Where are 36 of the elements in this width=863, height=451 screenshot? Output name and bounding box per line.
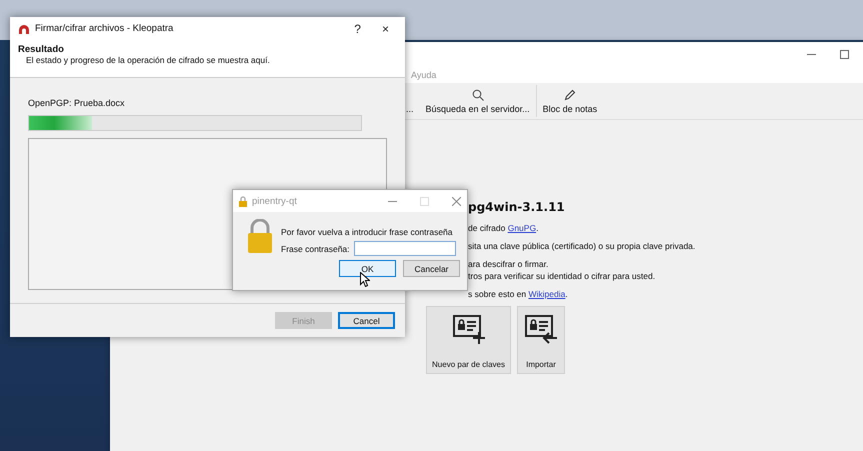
section-subtitle: El estado y progreso de la operación de cifrado se muestra aquí.	[26, 55, 271, 65]
link[interactable]: Wikipedia	[528, 289, 566, 299]
search-icon	[472, 89, 484, 101]
welcome-text: sita una clave pública (certificado) o su propia clave privada.	[468, 240, 696, 252]
file-label: OpenPGP: Prueba.docx	[28, 98, 126, 108]
toolbar-button[interactable]: Búsqueda en el servidor...	[420, 83, 536, 119]
maximize-icon	[420, 196, 429, 206]
pencil-icon	[564, 89, 576, 101]
welcome-text: ara descifrar o firmar.	[468, 258, 550, 270]
key-card-plus-icon	[452, 313, 486, 345]
maximize-icon[interactable]	[840, 50, 849, 58]
passphrase-field[interactable]	[354, 241, 456, 256]
link[interactable]: GnuPG	[508, 223, 536, 233]
close-button[interactable]: ×	[374, 22, 397, 36]
mouse-cursor-icon	[360, 272, 370, 287]
action-button[interactable]: Importar	[517, 306, 565, 374]
dialog-button[interactable]: Cancelar	[403, 260, 460, 277]
section-title: Resultado	[18, 44, 65, 55]
prompt-message: Por favor vuelva a introducir frase contraseña	[281, 227, 454, 237]
padlock-icon	[239, 196, 247, 206]
key-card-arrow-icon	[524, 313, 558, 345]
dialog-button[interactable]: OK	[339, 260, 396, 277]
action-button[interactable]: Nuevo par de claves	[426, 306, 511, 374]
dialog-button[interactable]: Cancel	[338, 312, 395, 329]
app-logo-icon	[18, 24, 30, 34]
help-button[interactable]: ?	[346, 22, 369, 36]
close-icon[interactable]	[452, 196, 461, 206]
window-title: Firmar/cifrar archivos - Kleopatra	[35, 23, 174, 34]
window-title: pinentry-qt	[252, 196, 297, 206]
toolbar-button[interactable]: Bloc de notas	[536, 83, 604, 119]
field-label: Frase contraseña:	[281, 244, 350, 254]
welcome-text: s sobre esto en Wikipedia.	[468, 288, 569, 300]
welcome-text: tros para verificar su identidad o cifrar para usted.	[468, 270, 656, 282]
welcome-text: de cifrado GnuPG.	[468, 222, 540, 234]
padlock-icon	[247, 219, 273, 253]
welcome-heading: pg4win-3.1.11	[468, 200, 566, 214]
